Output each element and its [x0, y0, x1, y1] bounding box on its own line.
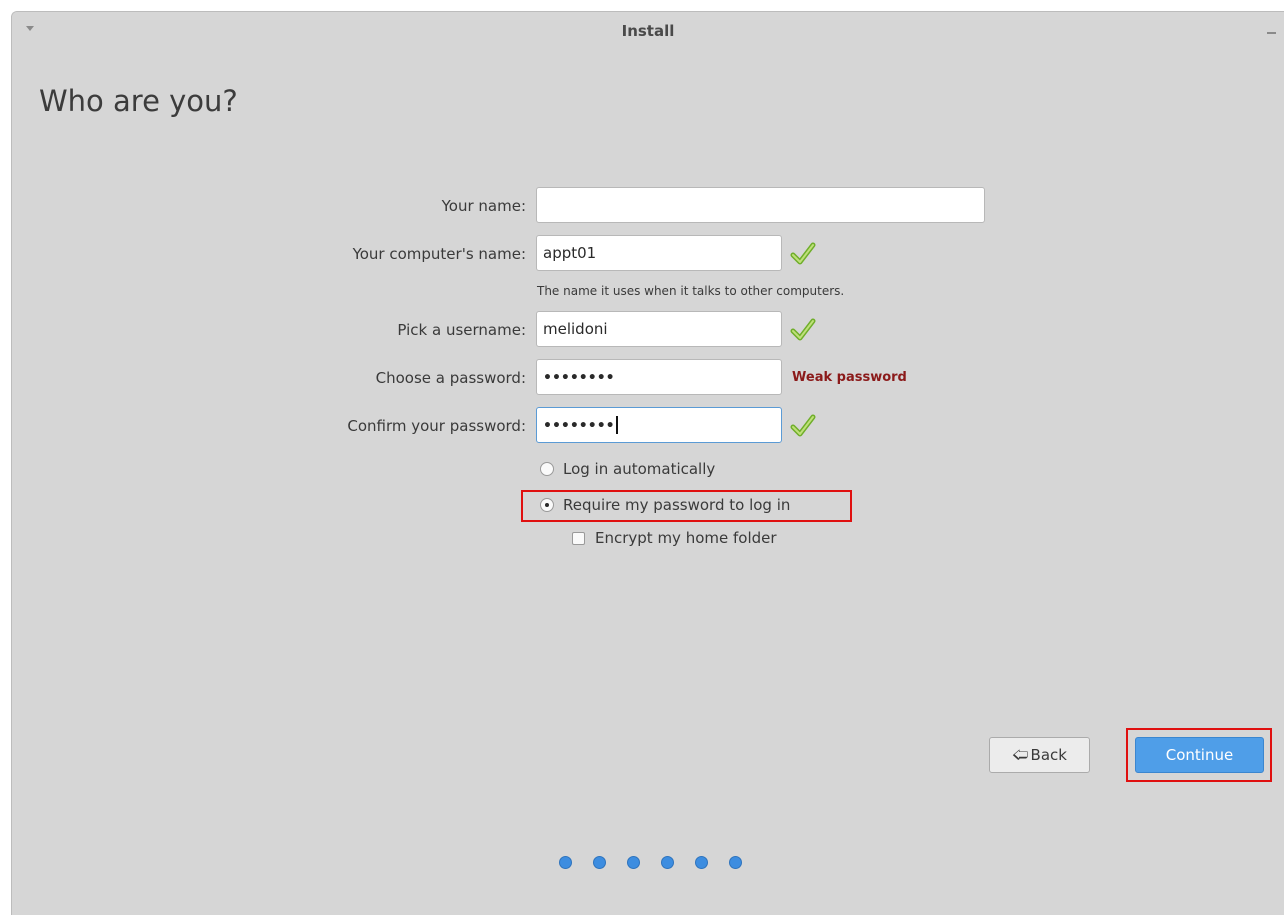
auto-login-radio[interactable]	[540, 462, 554, 476]
confirm-password-input[interactable]: ••••••••	[536, 407, 782, 443]
username-value: melidoni	[543, 320, 608, 338]
installer-window: Install Who are you? Your name: Your com…	[11, 11, 1284, 915]
continue-button[interactable]: Continue	[1135, 737, 1264, 773]
encrypt-home-option[interactable]: Encrypt my home folder	[572, 529, 777, 547]
confirm-password-value: ••••••••	[543, 418, 615, 434]
progress-dot	[627, 856, 640, 869]
password-label: Choose a password:	[375, 369, 526, 387]
require-password-label: Require my password to log in	[563, 496, 791, 514]
page-title: Who are you?	[39, 84, 238, 118]
progress-dot	[729, 856, 742, 869]
computer-name-value: appt01	[543, 244, 597, 262]
progress-dot	[559, 856, 572, 869]
encrypt-home-label: Encrypt my home folder	[595, 529, 777, 547]
minimize-icon[interactable]	[1267, 32, 1276, 34]
window-title: Install	[621, 22, 675, 40]
back-button-label: Back	[1030, 746, 1067, 764]
continue-button-label: Continue	[1165, 746, 1234, 764]
password-value: ••••••••	[543, 370, 615, 386]
computer-name-input[interactable]: appt01	[536, 235, 782, 271]
your-name-input[interactable]	[536, 187, 985, 223]
auto-login-option[interactable]: Log in automatically	[540, 460, 715, 478]
progress-dot	[661, 856, 674, 869]
your-name-label: Your name:	[441, 197, 526, 215]
username-label: Pick a username:	[397, 321, 526, 339]
title-bar: Install	[12, 12, 1284, 54]
require-password-option[interactable]: Require my password to log in	[540, 496, 790, 514]
check-icon	[790, 414, 816, 437]
check-icon	[790, 242, 816, 265]
username-input[interactable]: melidoni	[536, 311, 782, 347]
progress-indicator	[559, 854, 763, 869]
password-strength-label: Weak password	[792, 370, 907, 385]
confirm-password-label: Confirm your password:	[347, 417, 526, 435]
encrypt-home-checkbox[interactable]	[572, 532, 585, 545]
check-icon	[790, 318, 816, 341]
require-password-radio[interactable]	[540, 498, 554, 512]
computer-name-label: Your computer's name:	[352, 245, 526, 263]
auto-login-label: Log in automatically	[563, 460, 716, 478]
computer-name-hint: The name it uses when it talks to other …	[537, 284, 845, 298]
progress-dot	[593, 856, 606, 869]
progress-dot	[695, 856, 708, 869]
text-caret	[615, 416, 618, 434]
back-arrow-icon: 🢠	[1012, 745, 1029, 764]
password-input[interactable]: ••••••••	[536, 359, 782, 395]
back-button[interactable]: 🢠 Back	[989, 737, 1090, 773]
